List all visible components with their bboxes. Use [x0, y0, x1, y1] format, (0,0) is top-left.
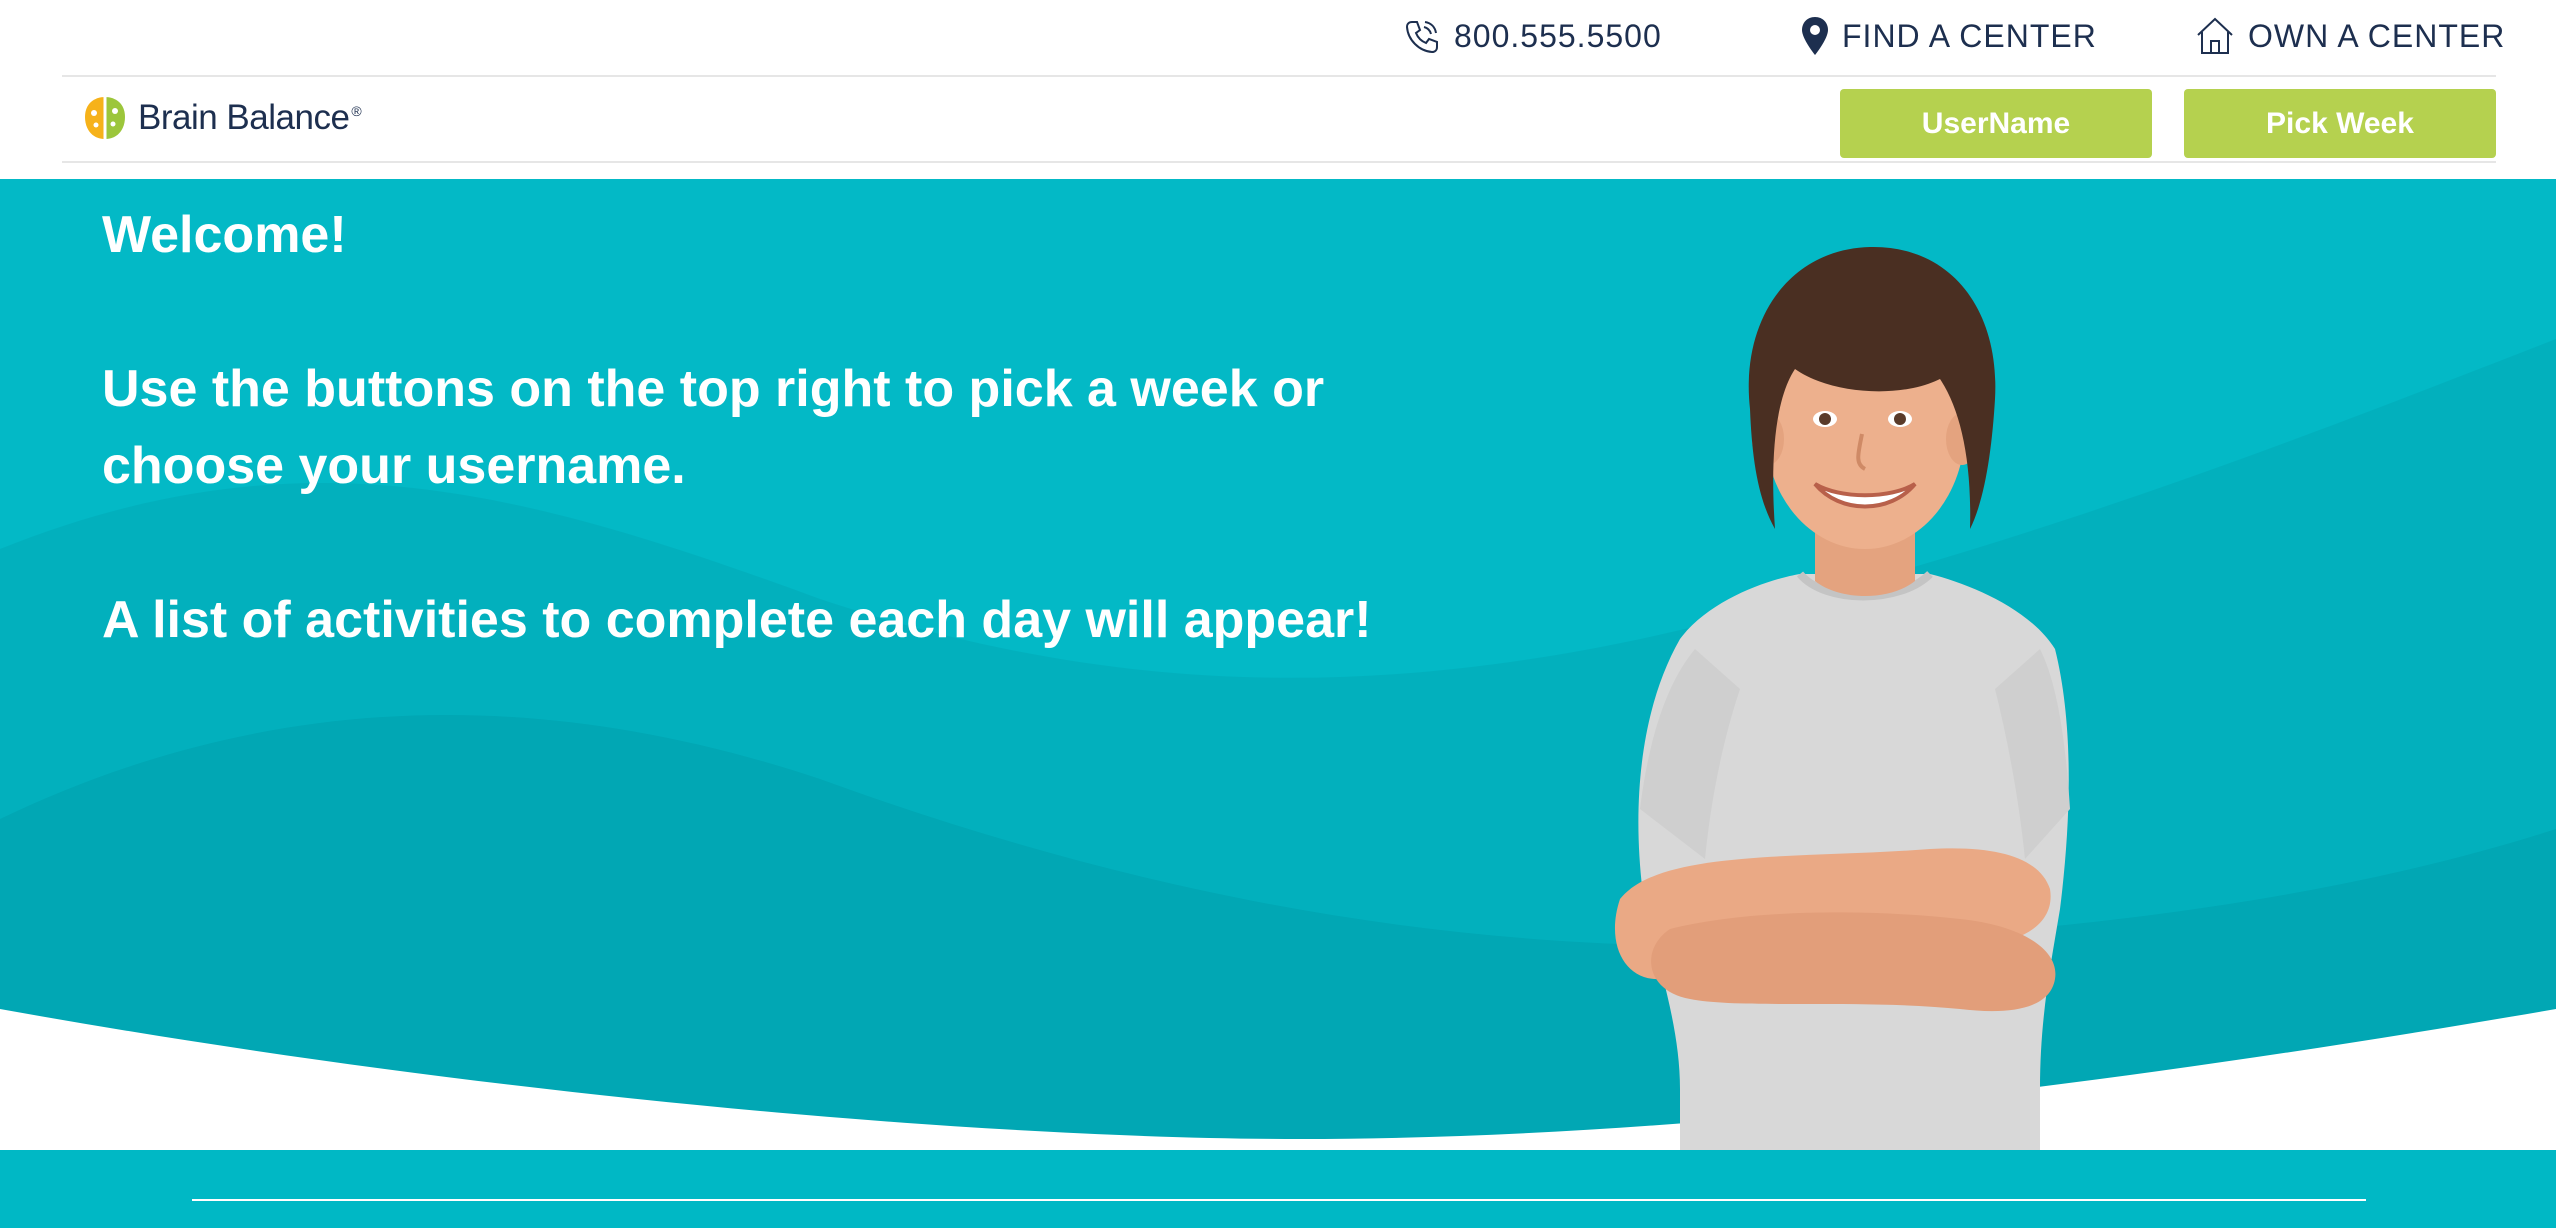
own-center-label: OWN A CENTER	[2248, 17, 2506, 54]
child-photo	[1614, 246, 2070, 1150]
map-pin-icon	[1802, 17, 1828, 55]
hero-message: Welcome! Use the buttons on the top righ…	[102, 197, 1432, 659]
footer	[0, 1150, 2556, 1228]
divider	[62, 161, 2496, 163]
brain-logo-icon	[85, 97, 125, 139]
pick-week-button[interactable]: Pick Week	[2184, 89, 2496, 158]
hero-banner: Welcome! Use the buttons on the top righ…	[0, 179, 2556, 1150]
brand-logo[interactable]: Brain Balance ®	[80, 93, 362, 143]
divider	[62, 75, 2496, 77]
phone-icon	[1405, 21, 1438, 54]
find-center-link[interactable]: FIND A CENTER	[1800, 14, 2097, 58]
phone-number: 800.555.5500	[1454, 17, 1662, 54]
brand-name: Brain Balance	[138, 98, 350, 137]
welcome-heading: Welcome!	[102, 206, 347, 264]
username-button[interactable]: UserName	[1840, 89, 2152, 158]
registered-mark: ®	[351, 103, 362, 119]
footer-divider	[192, 1199, 2366, 1201]
phone-link[interactable]: 800.555.5500	[1402, 14, 1662, 58]
instruction-text: Use the buttons on the top right to pick…	[102, 360, 1325, 495]
activities-text: A list of activities to complete each da…	[102, 591, 1372, 649]
find-center-label: FIND A CENTER	[1842, 17, 2097, 54]
utility-bar: 800.555.5500 FIND A CENTER OWN A CENTER	[0, 0, 2556, 76]
house-icon	[2197, 17, 2233, 54]
own-center-link[interactable]: OWN A CENTER	[2194, 14, 2505, 58]
